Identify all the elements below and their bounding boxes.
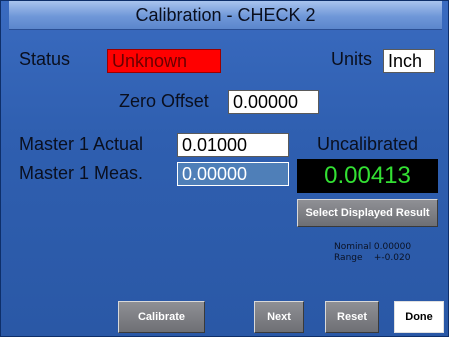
reset-button-label: Reset — [337, 311, 367, 323]
master-meas-field[interactable]: 0.00000 — [177, 162, 289, 186]
done-button-label: Done — [405, 311, 433, 323]
result-display: 0.00413 — [297, 159, 438, 193]
next-button-label: Next — [267, 311, 291, 323]
calibrate-button-label: Calibrate — [137, 311, 186, 323]
master-meas-label: Master 1 Meas. — [19, 163, 144, 183]
master-actual-label: Master 1 Actual — [19, 134, 144, 154]
units-label: Units — [331, 49, 373, 69]
calibration-state-label: Uncalibrated — [317, 134, 419, 154]
calibration-window: Calibration - CHECK 2 Status Unknown Uni… — [0, 0, 449, 337]
status-label: Status — [19, 49, 71, 69]
nominal-value: 0.00000 — [373, 242, 412, 252]
window-title: Calibration - CHECK 2 — [135, 4, 316, 25]
calibrate-button[interactable]: Calibrate — [118, 301, 205, 333]
status-field: Unknown — [107, 49, 221, 73]
title-bar: Calibration - CHECK 2 — [9, 1, 442, 30]
zero-offset-label: Zero Offset — [119, 91, 209, 111]
nominal-label: Nominal — [334, 242, 372, 252]
result-value: 0.00413 — [324, 162, 411, 189]
reset-button[interactable]: Reset — [325, 301, 379, 333]
master-actual-field[interactable]: 0.01000 — [177, 133, 289, 157]
range-label: Range — [334, 253, 363, 263]
zero-offset-field[interactable]: 0.00000 — [228, 90, 319, 114]
select-displayed-result-button[interactable]: Select Displayed Result — [297, 199, 438, 227]
range-value: +-0.020 — [373, 253, 411, 263]
units-field[interactable]: Inch — [383, 49, 435, 73]
done-button[interactable]: Done — [394, 301, 444, 333]
nominal-range-info: Nominal 0.00000 Range +-0.020 — [334, 242, 411, 264]
select-displayed-result-label: Select Displayed Result — [305, 207, 430, 219]
next-button[interactable]: Next — [254, 301, 304, 333]
